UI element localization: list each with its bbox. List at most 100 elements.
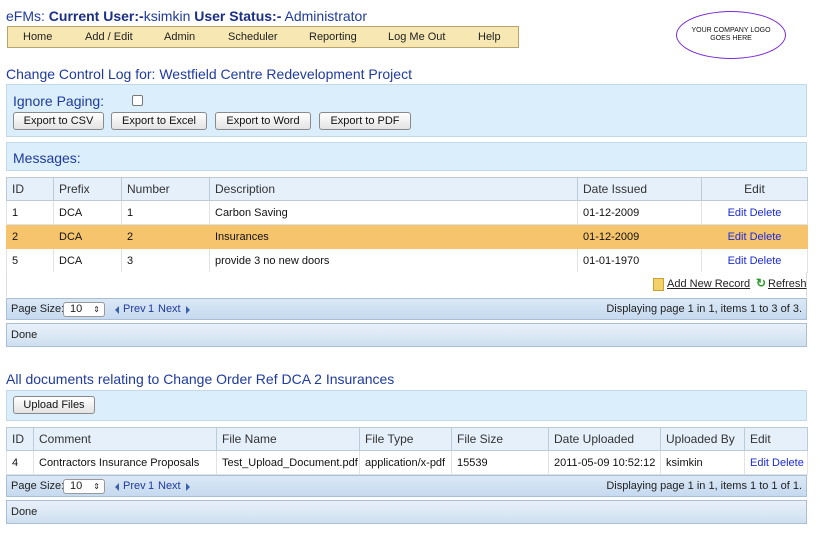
cell-prefix: DCA	[53, 248, 122, 273]
add-new-record-link[interactable]: Add New Record	[667, 278, 750, 290]
edit-link[interactable]: Edit	[728, 207, 747, 219]
column-header-edit: Edit	[744, 427, 808, 451]
column-header-prefix[interactable]: Prefix	[53, 177, 122, 201]
cell-id: 4	[6, 450, 34, 475]
cell-file-size: 15539	[451, 450, 549, 475]
cell-id: 5	[6, 248, 54, 273]
delete-link[interactable]: Delete	[750, 231, 782, 243]
menu-item-admin[interactable]: Admin	[164, 31, 195, 43]
column-header-comment[interactable]: Comment	[33, 427, 217, 451]
prev-arrow-icon[interactable]	[115, 306, 119, 314]
messages-label: Messages:	[13, 150, 81, 166]
column-header-date-issued[interactable]: Date Issued	[577, 177, 702, 201]
cell-comment: Contractors Insurance Proposals	[33, 450, 217, 475]
next-arrow-icon[interactable]	[186, 306, 190, 314]
documents-title: All documents relating to Change Order R…	[6, 371, 395, 387]
column-header-uploaded-by[interactable]: Uploaded By	[660, 427, 745, 451]
next-page-link[interactable]: Next	[158, 303, 181, 315]
paging-info: Displaying page 1 in 1, items 1 to 3 of …	[606, 303, 802, 315]
delete-link[interactable]: Delete	[772, 457, 804, 469]
cell-number: 2	[121, 224, 210, 249]
change-control-table: ID Prefix Number Description Date Issued…	[6, 177, 808, 273]
export-pdf-button[interactable]: Export to PDF	[319, 112, 411, 130]
menu-item-add-edit[interactable]: Add / Edit	[85, 31, 133, 43]
grid-status-bar: Done	[6, 323, 807, 347]
export-word-button[interactable]: Export to Word	[215, 112, 311, 130]
user-status: Administrator	[284, 8, 367, 24]
table-row[interactable]: 1 DCA 1 Carbon Saving 01-12-2009 Edit De…	[6, 200, 808, 225]
cell-number: 3	[121, 248, 210, 273]
export-excel-button[interactable]: Export to Excel	[111, 112, 207, 130]
pager-bar: Page Size: 10 ⇕ Prev 1 Next Displaying pa…	[6, 298, 807, 320]
column-header-file-name[interactable]: File Name	[216, 427, 360, 451]
cell-uploaded-by: ksimkin	[660, 450, 745, 475]
page-size-select[interactable]: 10 ⇕	[63, 302, 105, 317]
ignore-paging-label: Ignore Paging:	[13, 93, 105, 109]
menu-item-log-me-out[interactable]: Log Me Out	[388, 31, 445, 43]
cell-file-type: application/x-pdf	[359, 450, 452, 475]
column-header-file-type[interactable]: File Type	[359, 427, 452, 451]
cell-actions: Edit Delete	[744, 450, 808, 475]
edit-link[interactable]: Edit	[728, 231, 747, 243]
page-number-link[interactable]: 1	[148, 303, 154, 315]
column-header-date-uploaded[interactable]: Date Uploaded	[548, 427, 661, 451]
documents-pager-bar: Page Size: 10 ⇕ Prev 1 Next Displaying pa…	[6, 475, 807, 497]
edit-link[interactable]: Edit	[728, 255, 747, 267]
cell-description: Carbon Saving	[209, 200, 578, 225]
export-csv-button[interactable]: Export to CSV	[13, 112, 104, 130]
refresh-icon[interactable]: ↻	[756, 276, 766, 290]
delete-link[interactable]: Delete	[750, 255, 782, 267]
page-size-label: Page Size:	[11, 303, 65, 315]
paging-info: Displaying page 1 in 1, items 1 to 1 of …	[606, 480, 802, 492]
user-status-label: User Status:-	[194, 8, 282, 24]
cell-id: 2	[6, 224, 54, 249]
current-user: ksimkin	[143, 8, 191, 24]
select-arrows-icon: ⇕	[93, 305, 100, 314]
upload-files-button[interactable]: Upload Files	[13, 396, 95, 414]
column-header-description[interactable]: Description	[209, 177, 578, 201]
file-name-link[interactable]: Test_Upload_Document.pdf	[216, 450, 360, 475]
page-number-link[interactable]: 1	[148, 480, 154, 492]
company-logo: YOUR COMPANY LOGO GOES HERE	[676, 11, 786, 59]
delete-link[interactable]: Delete	[750, 207, 782, 219]
cell-description: provide 3 no new doors	[209, 248, 578, 273]
table-row[interactable]: 5 DCA 3 provide 3 no new doors 01-01-197…	[6, 248, 808, 273]
edit-link[interactable]: Edit	[750, 457, 769, 469]
prev-arrow-icon[interactable]	[115, 483, 119, 491]
table-header-row: ID Comment File Name File Type File Size…	[6, 427, 808, 451]
column-header-number[interactable]: Number	[121, 177, 210, 201]
table-header-row: ID Prefix Number Description Date Issued…	[6, 177, 808, 201]
next-arrow-icon[interactable]	[186, 483, 190, 491]
select-arrows-icon: ⇕	[93, 482, 100, 491]
prev-page-link[interactable]: Prev	[123, 480, 146, 492]
documents-table: ID Comment File Name File Type File Size…	[6, 427, 808, 475]
column-header-id[interactable]: ID	[6, 427, 34, 451]
cell-description: Insurances	[209, 224, 578, 249]
ignore-paging-checkbox[interactable]	[132, 95, 143, 106]
next-page-link[interactable]: Next	[158, 480, 181, 492]
cell-number: 1	[121, 200, 210, 225]
prev-page-link[interactable]: Prev	[123, 303, 146, 315]
menu-item-home[interactable]: Home	[23, 31, 52, 43]
cell-actions: Edit Delete	[701, 224, 808, 249]
column-header-id[interactable]: ID	[6, 177, 54, 201]
menu-item-scheduler[interactable]: Scheduler	[228, 31, 278, 43]
cell-date-issued: 01-01-1970	[577, 248, 702, 273]
column-header-file-size[interactable]: File Size	[451, 427, 549, 451]
table-row[interactable]: 4 Contractors Insurance Proposals Test_U…	[6, 450, 808, 475]
grid-command-bar: Add New Record ↻ Refresh	[6, 272, 807, 297]
cell-actions: Edit Delete	[701, 248, 808, 273]
status-text: Done	[11, 329, 38, 341]
table-row-selected[interactable]: 2 DCA 2 Insurances 01-12-2009 Edit Delet…	[6, 224, 808, 249]
cell-prefix: DCA	[53, 200, 122, 225]
messages-panel: Messages:	[6, 142, 807, 171]
main-menu: Home Add / Edit Admin Scheduler Reportin…	[7, 26, 519, 48]
page-size-select[interactable]: 10 ⇕	[63, 479, 105, 494]
upload-panel: Upload Files	[6, 390, 807, 421]
documents-status-bar: Done	[6, 500, 807, 524]
refresh-link[interactable]: Refresh	[768, 278, 807, 290]
add-record-icon[interactable]	[653, 278, 664, 291]
app-name: eFMs:	[6, 8, 45, 24]
menu-item-reporting[interactable]: Reporting	[309, 31, 357, 43]
menu-item-help[interactable]: Help	[478, 31, 501, 43]
